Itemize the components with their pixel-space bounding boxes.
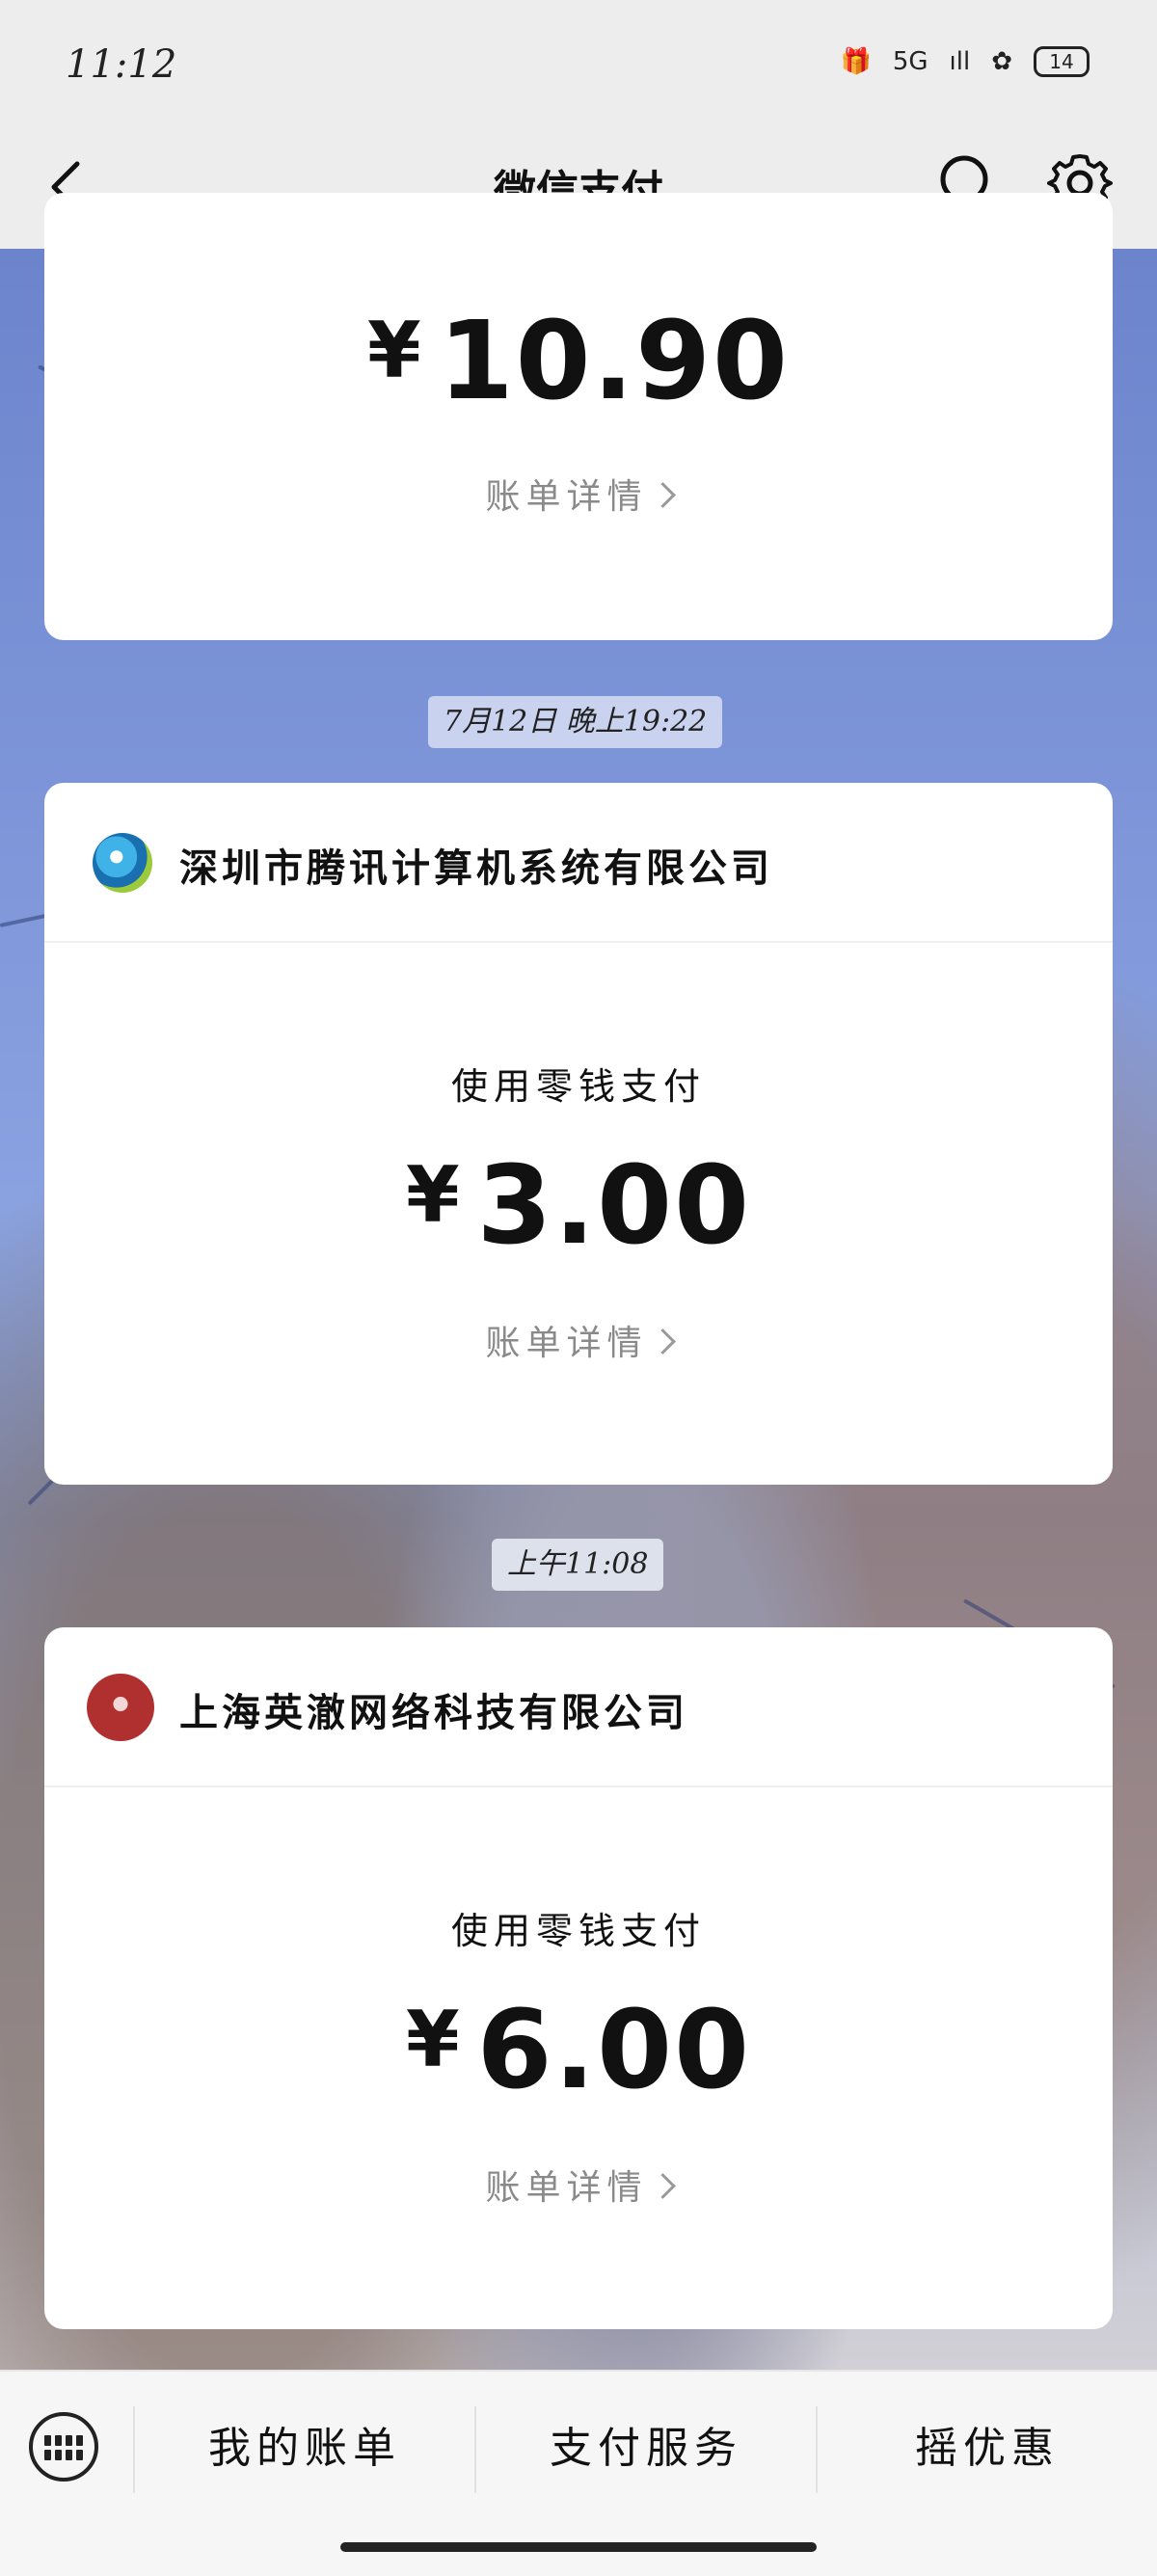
network-label: 5G — [892, 47, 928, 76]
bill-detail-link[interactable]: 账单详情 — [44, 1315, 1113, 1365]
timestamp-text: 7月12日 晚上19:22 — [444, 705, 708, 738]
signal-icon: ıll — [949, 47, 971, 76]
tab-my-bills[interactable]: 我的账单 — [135, 2401, 474, 2497]
merchant-name: 上海英澈网络科技有限公司 — [179, 1690, 688, 1735]
merchant-name: 深圳市腾讯计算机系统有限公司 — [179, 845, 773, 891]
currency-symbol: ¥ — [405, 1995, 462, 2084]
timestamp-text: 上午11:08 — [507, 1547, 649, 1581]
bill-detail-link[interactable]: 账单详情 — [44, 2160, 1113, 2210]
payment-card: ¥10.90 账单详情 — [44, 193, 1113, 640]
payment-method: 使用零钱支付 — [450, 1065, 706, 1108]
tab-payment-services[interactable]: 支付服务 — [476, 2401, 816, 2497]
keyboard-keys — [44, 2435, 83, 2460]
amount-value: 10.90 — [438, 299, 790, 424]
timestamp-chip: 上午11:08 — [492, 1539, 664, 1591]
tab-shake-discounts[interactable]: 摇优惠 — [818, 2401, 1157, 2497]
payment-method: 使用零钱支付 — [450, 1910, 706, 1952]
chevron-right-icon — [649, 482, 676, 508]
amount-display: ¥3.00 — [44, 1143, 1113, 1269]
card-header[interactable]: 深圳市腾讯计算机系统有限公司 — [44, 783, 1113, 943]
status-icons: 🎁 5G ıll ✿ 14 — [840, 46, 1090, 77]
gift-icon: 🎁 — [840, 47, 872, 76]
bill-detail-label: 账单详情 — [485, 1324, 648, 1363]
home-indicator[interactable] — [340, 2542, 817, 2552]
merchant-logo — [93, 833, 152, 893]
battery-icon: 14 — [1034, 46, 1090, 77]
payment-card: 上海英澈网络科技有限公司 使用零钱支付 ¥6.00 账单详情 — [44, 1627, 1113, 2329]
wifi-icon: ✿ — [991, 47, 1012, 76]
bill-detail-label: 账单详情 — [485, 477, 648, 517]
keyboard-icon[interactable] — [29, 2412, 98, 2482]
currency-symbol: ¥ — [405, 1150, 462, 1240]
amount-value: 3.00 — [476, 1143, 751, 1269]
amount-display: ¥6.00 — [44, 1988, 1113, 2113]
currency-symbol: ¥ — [367, 306, 423, 395]
amount-display: ¥10.90 — [44, 299, 1113, 424]
merchant-logo — [87, 1674, 154, 1741]
amount-value: 6.00 — [476, 1988, 751, 2113]
bill-detail-label: 账单详情 — [485, 2168, 648, 2208]
chevron-right-icon — [649, 2173, 676, 2199]
card-header[interactable]: 上海英澈网络科技有限公司 — [44, 1627, 1113, 1787]
bill-detail-link[interactable]: 账单详情 — [44, 469, 1113, 519]
status-time: 11:12 — [66, 42, 177, 87]
battery-level: 14 — [1049, 50, 1074, 73]
status-bar: 11:12 🎁 5G ıll ✿ 14 — [0, 0, 1157, 125]
chevron-right-icon — [649, 1328, 676, 1355]
payment-card: 深圳市腾讯计算机系统有限公司 使用零钱支付 ¥3.00 账单详情 — [44, 783, 1113, 1485]
timestamp-chip: 7月12日 晚上19:22 — [428, 696, 723, 748]
